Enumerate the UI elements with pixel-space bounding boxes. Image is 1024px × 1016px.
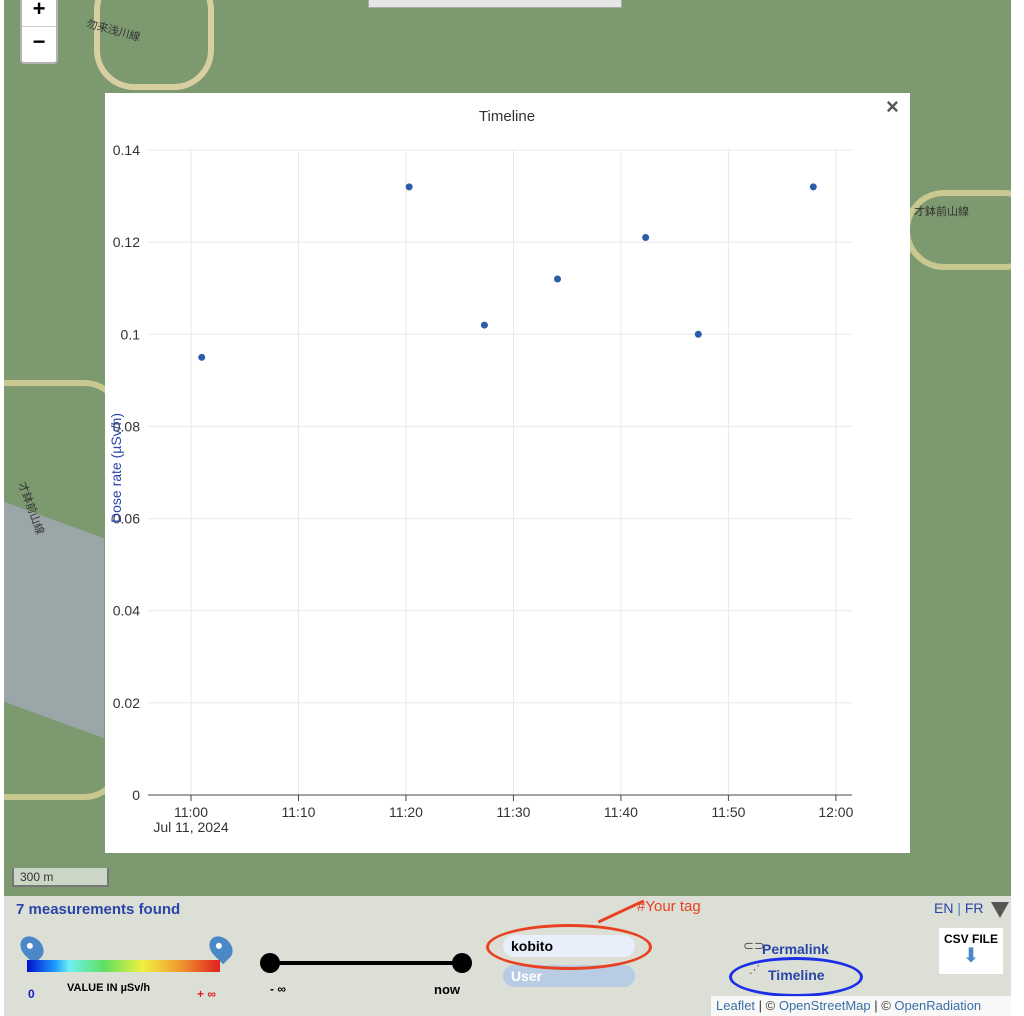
road <box>904 190 1011 270</box>
data-point <box>198 353 206 361</box>
time-slider-track <box>270 961 462 965</box>
tag-annotation-ellipse <box>486 924 652 970</box>
x-tick-label: 11:00 <box>174 804 208 820</box>
time-min-label: - ∞ <box>270 982 286 996</box>
x-tick-label: 11:50 <box>711 804 745 820</box>
attr-separator: | © <box>755 998 779 1013</box>
csv-download-button[interactable]: CSV FILE ⬇ <box>939 928 1003 974</box>
timeline-chart: Timeline 11:00 11:10 11:20 11:30 11:40 11:50 1… <box>108 108 854 835</box>
osm-link[interactable]: OpenStreetMap <box>779 998 871 1013</box>
data-point <box>809 183 817 191</box>
y-axis-label: Dose rate (µSv/h) <box>108 413 124 523</box>
leaflet-link[interactable]: Leaflet <box>716 998 755 1013</box>
value-unit-label: VALUE IN µSv/h <box>67 982 151 994</box>
map-label: 才鉢前山線 <box>914 206 969 218</box>
x-tick-label: 11:10 <box>281 804 315 820</box>
measurement-count: 7 measurements found <box>16 901 181 918</box>
zoom-control: + − <box>20 0 58 64</box>
y-tick-label: 0.04 <box>113 603 140 619</box>
lang-fr-link[interactable]: FR <box>965 900 984 916</box>
y-tick-label: 0.14 <box>113 142 140 158</box>
attribution: Leaflet | © OpenStreetMap | © OpenRadiat… <box>711 996 1011 1016</box>
attr-separator: | © <box>870 998 895 1013</box>
zoom-in-button[interactable]: + <box>22 0 56 27</box>
data-point <box>554 275 562 283</box>
time-min-handle[interactable] <box>260 953 280 973</box>
y-tick-label: 0 <box>132 787 140 803</box>
value-color-scale <box>27 960 220 972</box>
lang-en-link[interactable]: EN <box>934 900 953 916</box>
x-tick-label: 11:40 <box>604 804 638 820</box>
lang-separator: | <box>957 900 961 916</box>
tag-annotation-text: #Your tag <box>637 898 701 915</box>
x-tick-label: 11:30 <box>496 804 530 820</box>
x-axis-date-label: Jul 11, 2024 <box>153 819 228 835</box>
data-point <box>480 321 488 329</box>
y-tick-label: 0.12 <box>113 234 140 250</box>
value-max-label: + ∞ <box>197 987 216 1001</box>
data-point <box>405 183 413 191</box>
download-arrow-icon: ⬇ <box>962 945 980 967</box>
timeline-annotation-ellipse <box>729 957 863 997</box>
permalink-link[interactable]: Permalink <box>762 941 829 957</box>
time-max-handle[interactable] <box>452 953 472 973</box>
scale-bar: 300 m <box>12 868 109 887</box>
river <box>4 501 104 739</box>
openradiation-link[interactable]: OpenRadiation <box>894 998 981 1013</box>
time-max-label: now <box>434 982 460 997</box>
csv-label: CSV FILE <box>943 932 998 946</box>
data-point <box>694 330 702 338</box>
chart-title: Timeline <box>479 108 535 125</box>
close-button[interactable]: × <box>886 94 899 120</box>
data-point <box>642 234 650 242</box>
top-control <box>368 0 622 8</box>
road <box>94 0 214 90</box>
collapse-triangle-icon[interactable] <box>991 902 1009 918</box>
y-tick-label: 0.1 <box>121 326 141 342</box>
x-tick-label: 11:20 <box>389 804 423 820</box>
zoom-out-button[interactable]: − <box>22 27 56 58</box>
y-tick-label: 0.02 <box>113 695 140 711</box>
value-min-label: 0 <box>28 987 35 1001</box>
x-tick-label: 12:00 <box>818 804 853 820</box>
